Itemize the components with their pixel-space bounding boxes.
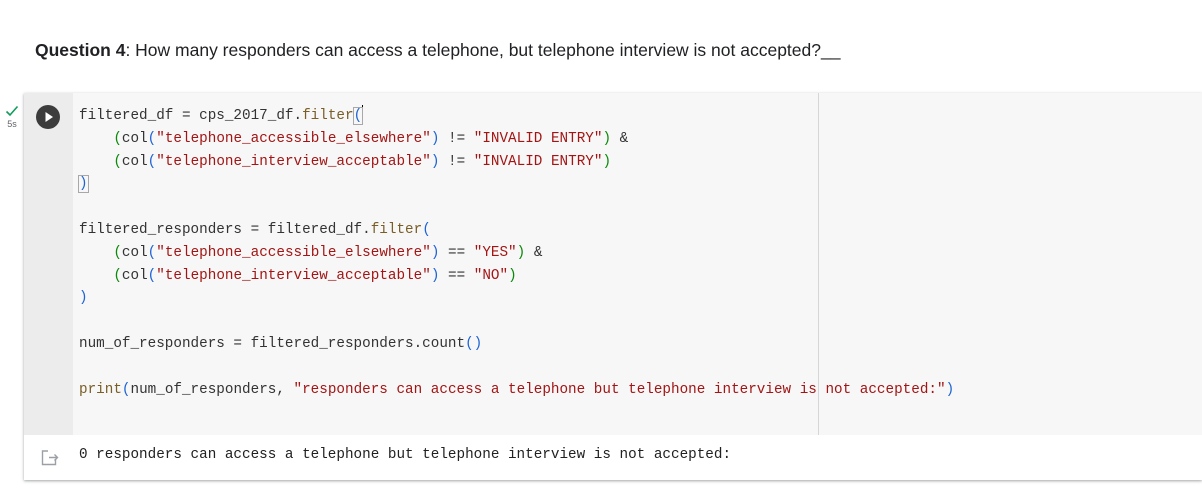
cell-execution-status: 5s <box>2 104 22 129</box>
code-line: (col("telephone_accessible_elsewhere") !… <box>113 130 629 147</box>
cell-output: 0 responders can access a telephone but … <box>24 435 1202 480</box>
code-line: (col("telephone_interview_acceptable") !… <box>113 153 612 170</box>
code-line: filtered_df = cps_2017_df.filter( <box>79 105 954 128</box>
code-text[interactable]: filtered_df = cps_2017_df.filter( (col("… <box>78 105 955 401</box>
code-line: num_of_responders = filtered_responders.… <box>79 335 483 352</box>
output-redirect-icon[interactable] <box>40 449 60 472</box>
code-line: print(num_of_responders, "responders can… <box>79 381 955 398</box>
text-cursor <box>362 105 364 122</box>
code-editor[interactable]: filtered_df = cps_2017_df.filter( (col("… <box>73 93 1202 435</box>
question-text: : How many responders can access a telep… <box>125 40 841 60</box>
output-text: 0 responders can access a telephone but … <box>79 447 732 463</box>
code-line: ) <box>78 175 89 194</box>
question-heading: Question 4: How many responders can acce… <box>35 40 840 61</box>
code-line: filtered_responders = filtered_df.filter… <box>79 221 431 238</box>
play-icon <box>45 112 53 122</box>
cell-gutter <box>24 93 73 435</box>
code-cell: filtered_df = cps_2017_df.filter( (col("… <box>24 93 1202 480</box>
question-number: Question 4 <box>35 40 126 60</box>
check-icon <box>2 104 22 118</box>
run-cell-button[interactable] <box>36 105 60 129</box>
code-line: ) <box>79 290 88 307</box>
code-line: (col("telephone_accessible_elsewhere") =… <box>113 244 543 261</box>
code-line: (col("telephone_interview_acceptable") =… <box>113 267 517 284</box>
execution-duration: 5s <box>7 119 17 129</box>
